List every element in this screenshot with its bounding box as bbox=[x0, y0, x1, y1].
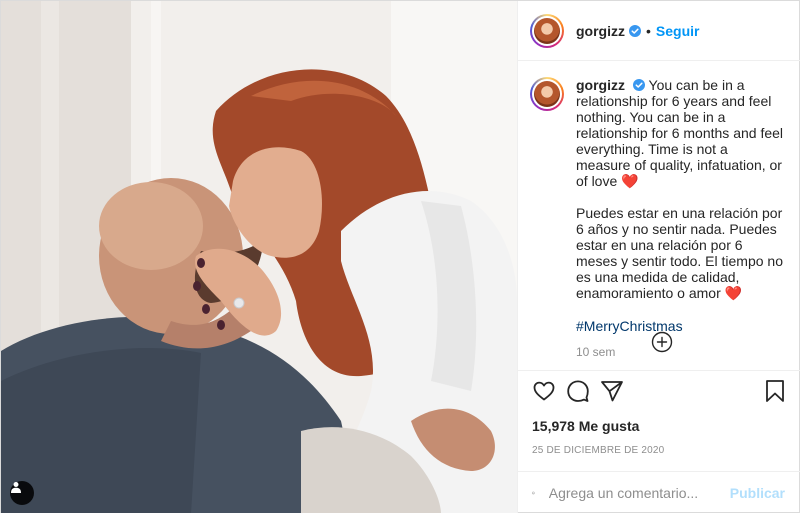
avatar-image bbox=[534, 17, 560, 44]
comment-input[interactable] bbox=[548, 485, 730, 501]
caption-avatar-image bbox=[534, 81, 560, 107]
caption-english: You can be in a relationship for 6 years… bbox=[576, 77, 784, 189]
caption-username[interactable]: gorgizz bbox=[576, 77, 625, 93]
post-header: gorgizz • Seguir bbox=[518, 1, 800, 61]
hashtag-link[interactable]: #MerryChristmas bbox=[576, 317, 785, 335]
post-sidebar: gorgizz • Seguir gorgizz You can be in a… bbox=[517, 1, 800, 513]
separator-dot: • bbox=[646, 22, 651, 39]
follow-button[interactable]: Seguir bbox=[656, 23, 700, 39]
caption-verified-badge-icon bbox=[632, 79, 645, 91]
comments-area: gorgizz You can be in a relationship for… bbox=[518, 61, 800, 370]
photo-illustration bbox=[1, 1, 517, 513]
instagram-post: gorgizz • Seguir gorgizz You can be in a… bbox=[0, 0, 800, 513]
caption-age: 10 sem bbox=[576, 345, 616, 359]
user-tag-icon bbox=[11, 482, 21, 493]
comment-icon[interactable] bbox=[566, 379, 590, 403]
verified-badge-icon bbox=[629, 24, 641, 37]
user-tag-button[interactable] bbox=[10, 481, 34, 505]
likes-count[interactable]: 15,978 Me gusta bbox=[518, 410, 800, 438]
bookmark-icon[interactable] bbox=[763, 379, 787, 403]
emoji-icon[interactable] bbox=[532, 482, 535, 504]
paper-plane-icon[interactable] bbox=[600, 379, 624, 403]
plus-circle-icon[interactable] bbox=[651, 331, 673, 353]
add-comment-bar: Publicar bbox=[518, 471, 800, 513]
publish-button[interactable]: Publicar bbox=[730, 485, 785, 501]
username-link[interactable]: gorgizz bbox=[576, 23, 625, 39]
avatar[interactable] bbox=[530, 13, 564, 48]
post-photo[interactable] bbox=[1, 1, 517, 513]
caption-avatar[interactable] bbox=[530, 77, 564, 111]
caption-text: gorgizz You can be in a relationship for… bbox=[576, 77, 785, 335]
action-bar bbox=[518, 370, 800, 410]
caption-block: gorgizz You can be in a relationship for… bbox=[576, 77, 785, 370]
caption-spanish: Puedes estar en una relación por 6 años … bbox=[576, 205, 783, 301]
heart-icon[interactable] bbox=[532, 379, 556, 403]
post-date[interactable]: 25 DE DICIEMBRE DE 2020 bbox=[518, 438, 800, 471]
